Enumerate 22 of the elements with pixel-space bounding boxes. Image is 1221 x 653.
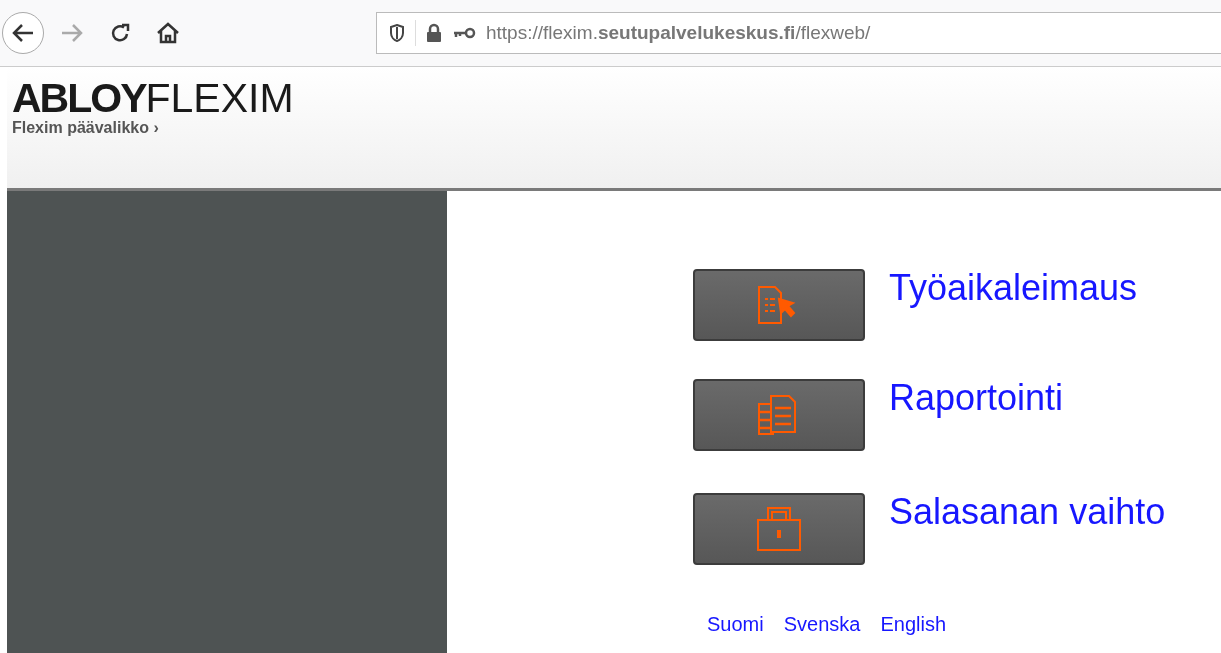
forward-arrow-icon — [60, 23, 84, 43]
menu-link[interactable]: Raportointi — [889, 377, 1064, 419]
menu-link[interactable]: Salasanan vaihto — [889, 491, 1166, 533]
home-icon — [156, 22, 180, 44]
url-text: https://flexim.seutupalvelukeskus.fi/flexweb/ — [486, 22, 871, 44]
menu-button[interactable] — [693, 493, 865, 565]
lock-icon — [426, 23, 442, 43]
shield-icon — [389, 24, 405, 42]
menu-link[interactable]: Työaikaleimaus — [889, 267, 1138, 309]
address-bar[interactable]: https://flexim.seutupalvelukeskus.fi/flexweb/ — [376, 12, 1221, 54]
language-link[interactable]: English — [880, 613, 947, 636]
reload-icon — [109, 22, 131, 44]
language-link[interactable]: Svenska — [783, 613, 861, 636]
logo: ABLOYFLEXIM — [12, 79, 295, 117]
menu-button[interactable] — [693, 269, 865, 341]
back-button[interactable] — [2, 12, 44, 54]
menu-button[interactable] — [693, 379, 865, 451]
key-icon — [452, 26, 476, 40]
padlock-briefcase-icon — [755, 506, 803, 552]
language-link[interactable]: Suomi — [707, 613, 764, 636]
breadcrumb: Flexim päävalikko › — [12, 119, 159, 137]
back-arrow-icon — [11, 23, 35, 43]
